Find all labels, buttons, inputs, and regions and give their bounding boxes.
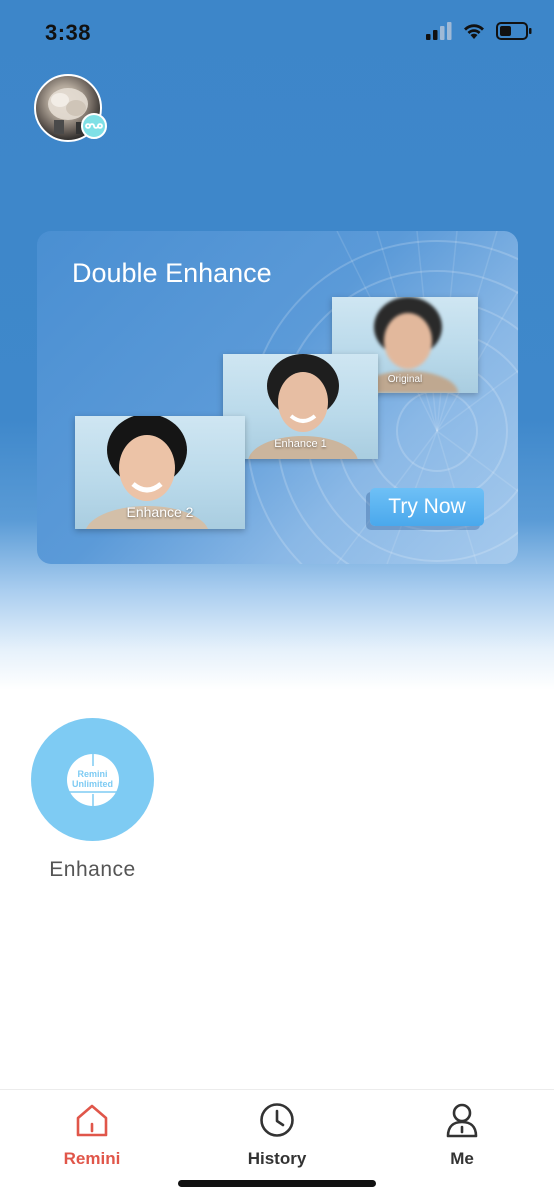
person-icon (446, 1103, 478, 1138)
tab-me[interactable]: Me (402, 1102, 522, 1169)
badge-line-1: Remini (77, 769, 108, 779)
tab-label-history: History (247, 1149, 307, 1168)
double-enhance-banner[interactable]: Double Enhance Original Enhance 1 Enhanc… (37, 231, 518, 564)
status-icons (426, 22, 532, 40)
status-bar: 3:38 (0, 0, 554, 70)
home-icon (76, 1104, 108, 1137)
badge-line-2: Unlimited (71, 779, 113, 789)
photo-label-enhance-1: Enhance 1 (274, 438, 327, 450)
battery-icon (496, 22, 532, 40)
try-now-button[interactable]: Try Now (370, 488, 484, 526)
tab-label-remini: Remini (63, 1149, 121, 1168)
banner-title: Double Enhance (72, 258, 272, 288)
enhance-badge-text: Remini Unlimited (31, 769, 154, 789)
infinity-icon (85, 123, 103, 129)
photo-enhance-1: Enhance 1 (223, 354, 378, 459)
clock-icon (260, 1103, 294, 1137)
photo-enhance-2: Enhance 2 (75, 416, 245, 529)
unlimited-badge (81, 113, 107, 139)
tab-label-me: Me (450, 1149, 474, 1168)
status-time: 3:38 (45, 20, 92, 45)
enhance-tool-button[interactable]: Remini Unlimited (31, 718, 154, 841)
enhance-tool-label: Enhance (49, 858, 136, 881)
wifi-icon (464, 24, 484, 39)
cellular-signal-icon (426, 22, 452, 40)
tab-remini[interactable]: Remini (32, 1102, 152, 1169)
photo-label-enhance-2: Enhance 2 (126, 504, 194, 520)
home-indicator[interactable] (178, 1180, 376, 1187)
tab-history[interactable]: History (217, 1102, 337, 1169)
home-screen: 3:38 Double Enhance Original Enhance 1 E… (0, 0, 554, 1200)
